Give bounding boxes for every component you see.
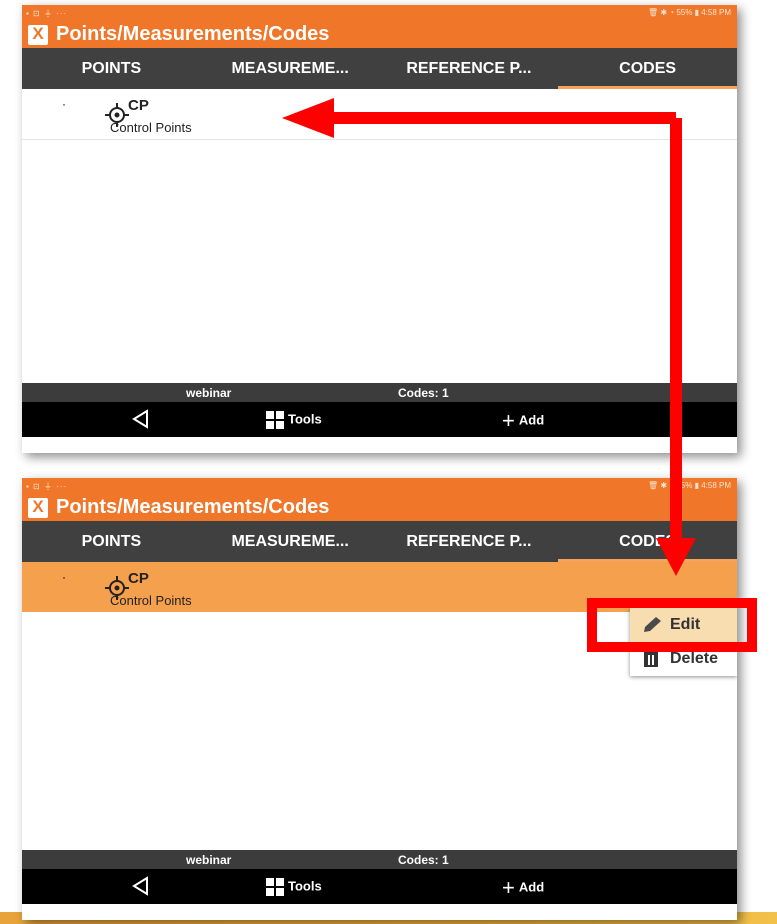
tab-reference-points[interactable]: REFERENCE P...: [380, 521, 559, 562]
status-bar-system: 🗑 ✱ ◔ 55% ▮ 4:58 PM: [647, 8, 731, 17]
row-marker: ·: [62, 570, 66, 584]
bottom-navigation: Tools + Add: [22, 402, 737, 437]
plus-icon: +: [502, 875, 515, 900]
status-bar-system: 🗑 ✱ ◔ 55% ▮ 4:58 PM: [647, 481, 731, 490]
add-label: Add: [518, 879, 545, 895]
back-icon[interactable]: [130, 408, 152, 430]
screenshot-context-menu-view: ▪ ⊡ ⏚ ··· 🗑 ✱ ◔ 55% ▮ 4:58 PM X Points/M…: [22, 478, 737, 920]
project-name: webinar: [186, 386, 232, 400]
page-title: Points/Measurements/Codes: [56, 496, 330, 518]
row-marker: ·: [62, 97, 66, 111]
code-list-item[interactable]: · CP Control Points: [22, 89, 737, 140]
tab-points[interactable]: POINTS: [22, 521, 201, 562]
annotation-highlight-box: [587, 598, 757, 652]
codes-count: Codes: 1: [398, 386, 449, 400]
tab-measurements[interactable]: MEASUREME...: [201, 521, 380, 562]
code-description: Control Points: [110, 593, 192, 608]
status-bar-notifications: ▪ ⊡ ⏚ ···: [26, 482, 68, 491]
screenshot-list-view: ▪ ⊡ ⏚ ··· 🗑 ✱ ◔ 55% ▮ 4:58 PM X Points/M…: [22, 5, 737, 453]
code-description: Control Points: [110, 120, 192, 135]
delete-label: Delete: [670, 650, 719, 667]
add-button[interactable]: + Add: [502, 875, 544, 901]
tab-codes[interactable]: CODES: [558, 521, 737, 562]
tools-button[interactable]: Tools: [266, 411, 322, 429]
plus-icon: +: [502, 408, 515, 433]
code-name: CP: [128, 570, 149, 587]
grid-icon: [266, 878, 284, 896]
x-logo-icon: X: [28, 497, 48, 518]
status-bar: ▪ ⊡ ⏚ ··· 🗑 ✱ ◔ 55% ▮ 4:58 PM: [22, 5, 737, 21]
add-button[interactable]: + Add: [502, 408, 544, 434]
grid-icon: [266, 411, 284, 429]
tools-label: Tools: [288, 878, 322, 894]
app-title-bar: X Points/Measurements/Codes: [22, 494, 737, 521]
back-icon[interactable]: [130, 875, 152, 897]
status-bar-notifications: ▪ ⊡ ⏚ ···: [26, 9, 68, 18]
tab-bar: POINTS MEASUREME... REFERENCE P... CODES: [22, 521, 737, 562]
tools-label: Tools: [288, 411, 322, 427]
tab-bar: POINTS MEASUREME... REFERENCE P... CODES: [22, 48, 737, 89]
info-bar: webinar Codes: 1: [22, 383, 737, 402]
bottom-navigation: Tools + Add: [22, 869, 737, 904]
tab-points[interactable]: POINTS: [22, 48, 201, 89]
code-name: CP: [128, 97, 149, 114]
add-label: Add: [518, 412, 545, 428]
app-title-bar: X Points/Measurements/Codes: [22, 21, 737, 48]
info-bar: webinar Codes: 1: [22, 850, 737, 869]
codes-count: Codes: 1: [398, 853, 449, 867]
tab-codes[interactable]: CODES: [558, 48, 737, 89]
status-bar: ▪ ⊡ ⏚ ··· 🗑 ✱ ◔ 55% ▮ 4:58 PM: [22, 478, 737, 494]
tools-button[interactable]: Tools: [266, 878, 322, 896]
x-logo-icon: X: [28, 24, 48, 45]
page-title: Points/Measurements/Codes: [56, 23, 330, 45]
project-name: webinar: [186, 853, 232, 867]
trash-icon: [644, 652, 658, 667]
tab-measurements[interactable]: MEASUREME...: [201, 48, 380, 89]
tab-reference-points[interactable]: REFERENCE P...: [380, 48, 559, 89]
